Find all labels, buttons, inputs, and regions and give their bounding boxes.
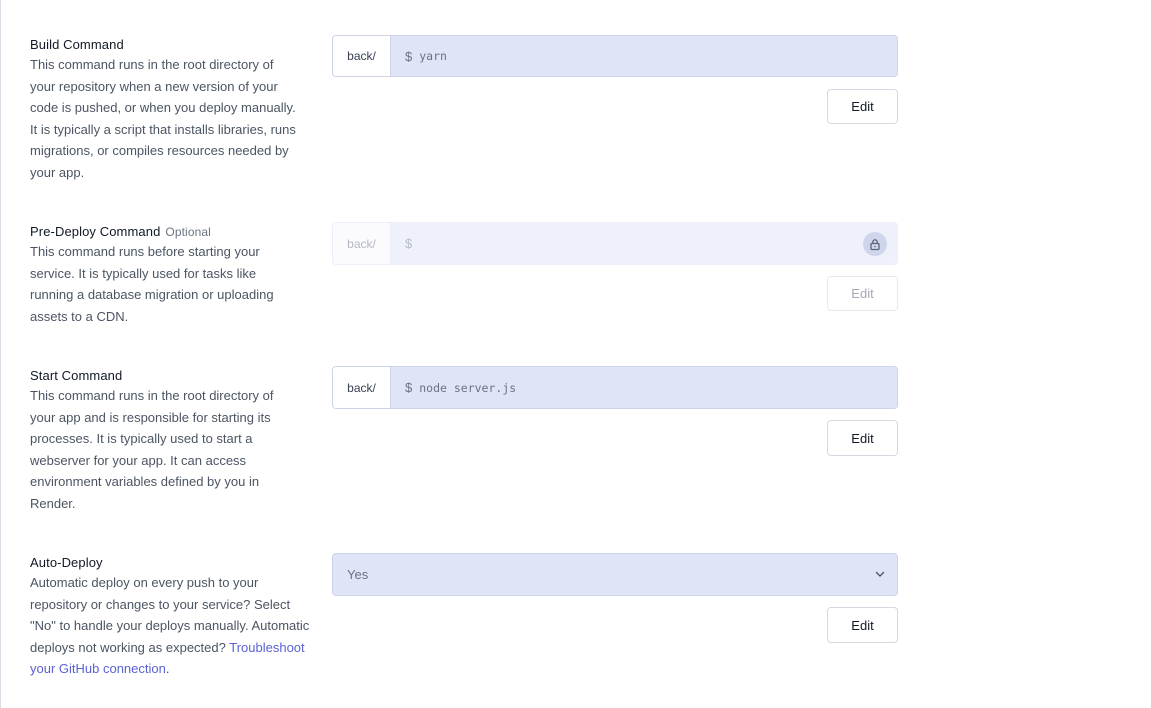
optional-tag: Optional [165, 225, 211, 239]
dollar-sign: $ [405, 48, 413, 64]
predeploy-command-title: Pre-Deploy Command [30, 224, 161, 239]
predeploy-command-description: This command runs before starting your s… [30, 244, 274, 324]
build-command-field[interactable]: back/ $ yarn [332, 35, 898, 77]
build-command-title: Build Command [30, 37, 124, 52]
link-suffix: . [165, 661, 170, 677]
predeploy-command-input[interactable]: $ [391, 223, 897, 264]
dollar-sign: $ [405, 380, 413, 395]
auto-deploy-edit-button[interactable]: Edit [827, 607, 898, 643]
predeploy-command-title-row: Pre-Deploy Command Optional [30, 223, 302, 241]
predeploy-command-field[interactable]: back/ $ [332, 222, 898, 265]
predeploy-command-description-block: Pre-Deploy Command Optional This command … [30, 223, 302, 327]
auto-deploy-selected-value: Yes [347, 567, 369, 582]
build-command-input[interactable]: $ yarn [391, 36, 897, 76]
start-command-description-block: Start Command This command runs in the r… [30, 367, 302, 515]
dollar-sign: $ [405, 236, 413, 251]
auto-deploy-select[interactable]: Yes [332, 553, 898, 596]
left-divider [0, 0, 1, 708]
build-command-description-block: Build Command This command runs in the r… [30, 36, 302, 184]
chevron-down-icon [874, 568, 886, 583]
start-command-title: Start Command [30, 368, 123, 383]
build-command-value: yarn [419, 49, 447, 63]
lock-icon [863, 232, 887, 256]
start-command-field[interactable]: back/ $ node server.js [332, 366, 898, 409]
predeploy-command-prefix: back/ [333, 223, 391, 264]
start-command-edit-button[interactable]: Edit [827, 420, 898, 456]
auto-deploy-title: Auto-Deploy [30, 555, 103, 570]
auto-deploy-description-wrap: Automatic deploy on every push to your r… [30, 572, 310, 680]
build-command-description: This command runs in the root directory … [30, 57, 296, 180]
predeploy-command-edit-button[interactable]: Edit [827, 276, 898, 311]
build-command-edit-button[interactable]: Edit [827, 89, 898, 124]
start-command-description: This command runs in the root directory … [30, 388, 274, 511]
start-command-input[interactable]: $ node server.js [391, 367, 897, 408]
auto-deploy-description-block: Auto-Deploy Automatic deploy on every pu… [30, 554, 310, 680]
start-command-prefix: back/ [333, 367, 391, 408]
start-command-value: node server.js [419, 380, 517, 395]
build-command-prefix: back/ [333, 36, 391, 76]
